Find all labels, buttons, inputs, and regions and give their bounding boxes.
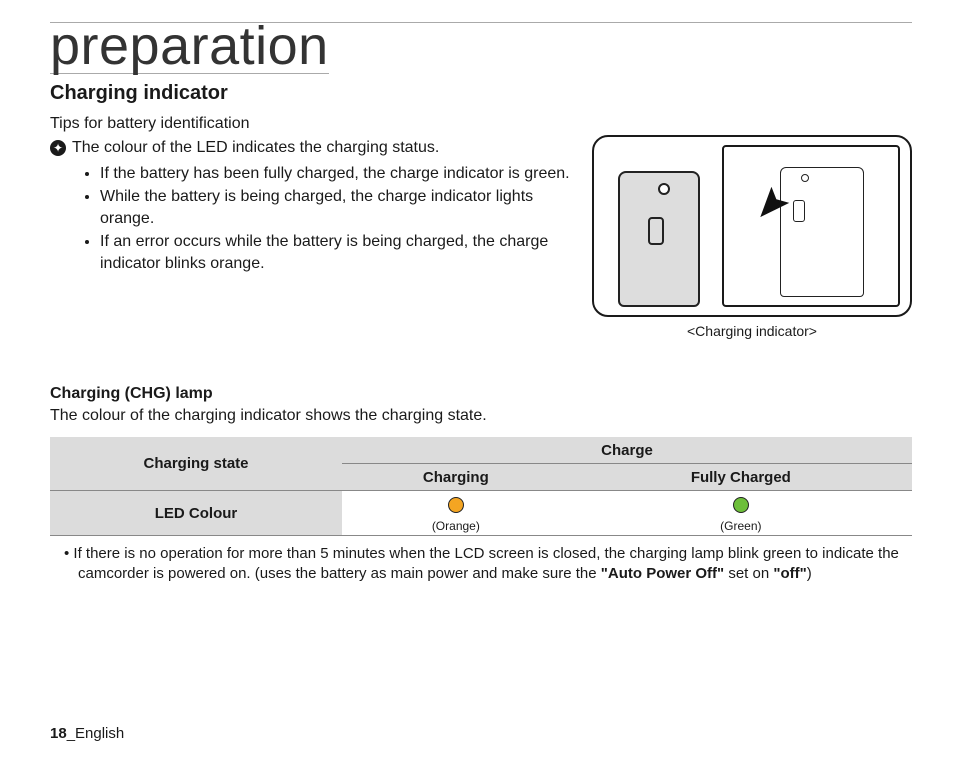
th-charge: Charge	[342, 437, 912, 464]
callout-panel	[722, 145, 900, 307]
bullet-column: ✦ The colour of the LED indicates the ch…	[50, 135, 576, 339]
bottom-note-bold-b: "off"	[773, 565, 806, 582]
page-number-value: 18	[50, 725, 67, 742]
th-led-colour: LED Colour	[50, 491, 342, 536]
tips-label: Tips for battery identification	[50, 115, 912, 133]
th-fully-charged: Fully Charged	[570, 464, 912, 491]
cell-green: (Green)	[570, 491, 912, 536]
device-led-dot	[658, 183, 670, 195]
device-body-zoom	[780, 167, 864, 297]
page-number: 18_English	[50, 725, 124, 742]
figure-frame	[592, 135, 912, 317]
bottom-note: • If there is no operation for more than…	[50, 544, 912, 585]
bullet-list: If the battery has been fully charged, t…	[50, 163, 576, 275]
th-charging: Charging	[342, 464, 570, 491]
th-charging-state: Charging state	[50, 437, 342, 491]
list-item: If an error occurs while the battery is …	[100, 231, 576, 274]
device-slot	[648, 217, 664, 245]
section-heading: Charging indicator	[50, 82, 912, 105]
led-green-label: (Green)	[570, 519, 912, 533]
list-item: If the battery has been fully charged, t…	[100, 163, 576, 185]
led-orange-icon	[448, 497, 464, 513]
chg-lamp-heading: Charging (CHG) lamp	[50, 385, 912, 403]
device-led-zoom	[801, 174, 809, 182]
star-bullet-line: ✦ The colour of the LED indicates the ch…	[50, 137, 576, 159]
bottom-note-post: )	[807, 565, 812, 582]
device-body	[618, 171, 700, 307]
page-title: preparation	[50, 19, 329, 74]
content-row: ✦ The colour of the LED indicates the ch…	[50, 135, 912, 339]
led-green-icon	[733, 497, 749, 513]
page-lang: _English	[67, 725, 125, 742]
cell-orange: (Orange)	[342, 491, 570, 536]
device-slot-zoom	[793, 200, 805, 222]
bottom-note-bold-a: "Auto Power Off"	[601, 565, 724, 582]
charging-table: Charging state Charge Charging Fully Cha…	[50, 437, 912, 536]
led-orange-label: (Orange)	[342, 519, 570, 533]
bottom-note-mid: set on	[724, 565, 773, 582]
star-icon: ✦	[50, 140, 66, 156]
list-item: While the battery is being charged, the …	[100, 186, 576, 229]
chg-lamp-description: The colour of the charging indicator sho…	[50, 407, 912, 425]
figure-caption: <Charging indicator>	[592, 323, 912, 339]
star-bullet-text: The colour of the LED indicates the char…	[72, 137, 439, 159]
figure-column: <Charging indicator>	[592, 135, 912, 339]
manual-page: preparation Charging indicator Tips for …	[0, 0, 954, 766]
device-illustration-left	[604, 145, 714, 307]
